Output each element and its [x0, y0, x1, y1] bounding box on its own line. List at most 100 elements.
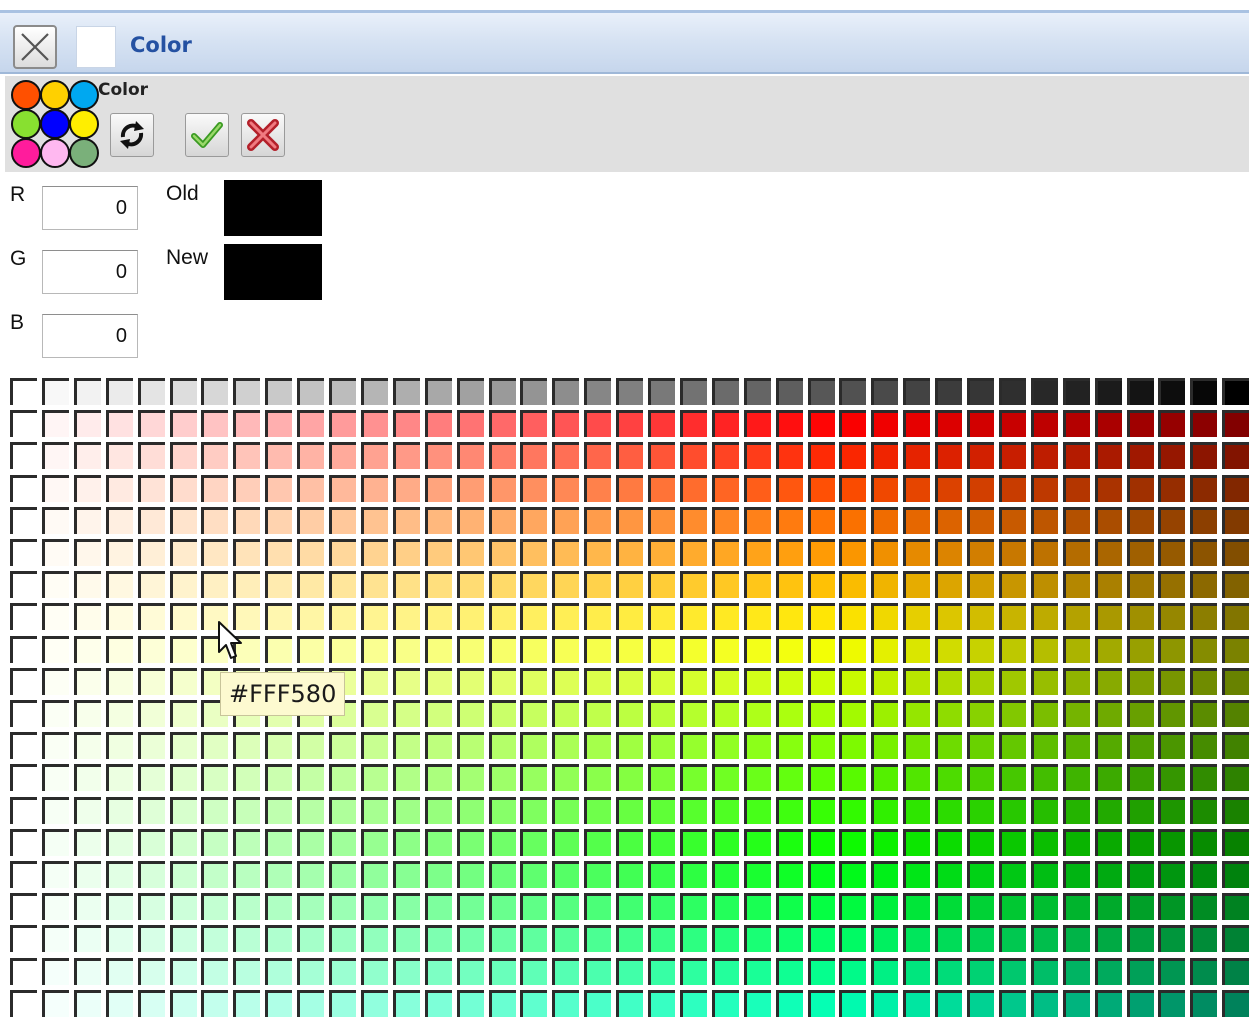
color-cell[interactable] [903, 957, 931, 985]
color-cell[interactable] [488, 700, 516, 727]
color-cell[interactable] [584, 796, 612, 824]
color-cell[interactable] [711, 378, 739, 405]
color-cell[interactable] [169, 603, 197, 631]
color-cell[interactable] [1190, 989, 1218, 1017]
color-cell[interactable] [265, 539, 293, 566]
color-cell[interactable] [775, 925, 803, 953]
palette-swatch[interactable] [69, 109, 99, 139]
color-cell[interactable] [360, 667, 388, 695]
color-cell[interactable] [871, 474, 899, 502]
g-input[interactable] [42, 250, 138, 294]
color-cell[interactable] [329, 957, 356, 985]
color-cell[interactable] [10, 410, 37, 438]
color-cell[interactable] [520, 506, 548, 534]
color-cell[interactable] [73, 828, 101, 856]
color-cell[interactable] [743, 796, 771, 824]
color-cell[interactable] [616, 828, 644, 856]
color-cell[interactable] [584, 764, 612, 792]
color-cell[interactable] [488, 474, 516, 502]
color-cell[interactable] [137, 667, 165, 695]
color-cell[interactable] [137, 828, 165, 856]
color-cell[interactable] [679, 828, 707, 856]
color-cell[interactable] [233, 539, 261, 566]
color-cell[interactable] [1158, 667, 1186, 695]
color-cell[interactable] [839, 506, 867, 534]
color-cell[interactable] [424, 700, 452, 727]
color-cell[interactable] [297, 571, 325, 599]
color-cell[interactable] [297, 861, 325, 888]
color-cell[interactable] [1126, 474, 1154, 502]
color-cell[interactable] [871, 861, 899, 888]
color-cell[interactable] [998, 861, 1026, 888]
color-cell[interactable] [1158, 571, 1186, 599]
palette-swatch[interactable] [40, 109, 70, 139]
color-cell[interactable] [201, 474, 229, 502]
color-cell[interactable] [839, 700, 867, 727]
color-cell[interactable] [584, 410, 612, 438]
color-cell[interactable] [552, 828, 580, 856]
color-cell[interactable] [1030, 764, 1058, 792]
color-cell[interactable] [73, 796, 101, 824]
color-cell[interactable] [265, 893, 293, 921]
color-cell[interactable] [648, 667, 675, 695]
color-cell[interactable] [1222, 764, 1249, 792]
color-cell[interactable] [233, 796, 261, 824]
color-cell[interactable] [169, 957, 197, 985]
color-cell[interactable] [1190, 925, 1218, 953]
color-cell[interactable] [329, 603, 356, 631]
color-cell[interactable] [488, 635, 516, 663]
color-cell[interactable] [520, 732, 548, 760]
color-cell[interactable] [456, 635, 484, 663]
color-cell[interactable] [584, 635, 612, 663]
color-cell[interactable] [775, 957, 803, 985]
color-cell[interactable] [10, 989, 37, 1017]
color-cell[interactable] [10, 700, 37, 727]
color-cell[interactable] [201, 732, 229, 760]
color-cell[interactable] [456, 764, 484, 792]
color-cell[interactable] [871, 796, 899, 824]
color-cell[interactable] [265, 828, 293, 856]
color-cell[interactable] [488, 603, 516, 631]
color-cell[interactable] [73, 378, 101, 405]
color-cell[interactable] [41, 442, 69, 470]
color-cell[interactable] [1062, 989, 1090, 1017]
color-cell[interactable] [775, 764, 803, 792]
color-cell[interactable] [1030, 539, 1058, 566]
color-cell[interactable] [552, 861, 580, 888]
color-cell[interactable] [584, 474, 612, 502]
color-cell[interactable] [265, 474, 293, 502]
color-cell[interactable] [41, 764, 69, 792]
color-cell[interactable] [105, 764, 133, 792]
color-cell[interactable] [424, 635, 452, 663]
color-cell[interactable] [807, 861, 835, 888]
color-cell[interactable] [297, 957, 325, 985]
color-cell[interactable] [520, 539, 548, 566]
color-cell[interactable] [201, 539, 229, 566]
color-cell[interactable] [265, 635, 293, 663]
color-cell[interactable] [10, 732, 37, 760]
color-cell[interactable] [998, 378, 1026, 405]
color-cell[interactable] [105, 957, 133, 985]
color-cell[interactable] [137, 410, 165, 438]
color-cell[interactable] [392, 378, 420, 405]
color-cell[interactable] [871, 442, 899, 470]
color-cell[interactable] [137, 989, 165, 1017]
color-cell[interactable] [743, 700, 771, 727]
color-cell[interactable] [871, 571, 899, 599]
color-cell[interactable] [711, 957, 739, 985]
color-cell[interactable] [1094, 796, 1122, 824]
color-cell[interactable] [360, 700, 388, 727]
color-cell[interactable] [520, 957, 548, 985]
color-cell[interactable] [775, 700, 803, 727]
color-cell[interactable] [775, 732, 803, 760]
color-cell[interactable] [73, 732, 101, 760]
color-cell[interactable] [871, 925, 899, 953]
color-cell[interactable] [998, 925, 1026, 953]
color-cell[interactable] [903, 764, 931, 792]
color-cell[interactable] [967, 861, 994, 888]
color-cell[interactable] [967, 603, 994, 631]
color-cell[interactable] [775, 571, 803, 599]
color-cell[interactable] [903, 893, 931, 921]
color-cell[interactable] [967, 700, 994, 727]
color-cell[interactable] [807, 828, 835, 856]
